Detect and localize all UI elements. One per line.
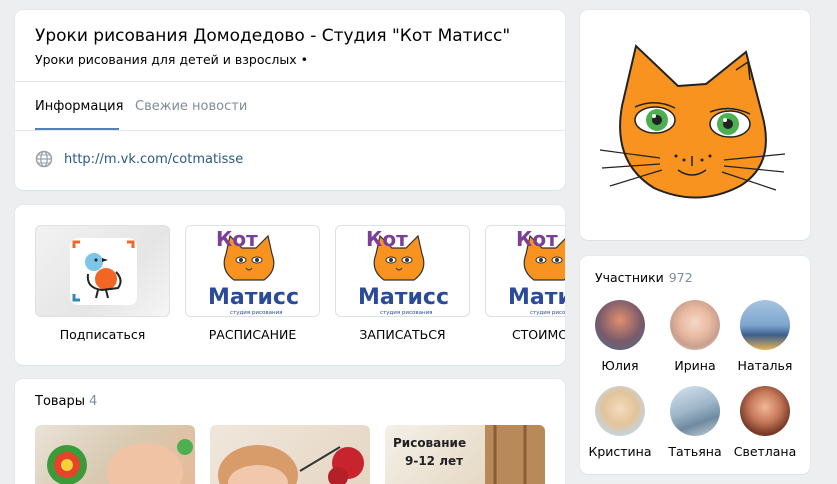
svg-text:студия рисования: студия рисования	[230, 310, 282, 316]
svg-text:Матисс: Матисс	[208, 285, 299, 310]
link-item-schedule[interactable]: Кот Матисс студия рисования РАСПИСАНИЕ	[185, 225, 320, 342]
site-link[interactable]: http://m.vk.com/cotmatisse	[64, 152, 243, 167]
cat-logo	[599, 44, 786, 199]
svg-text:студия рисования: студия рисования	[530, 310, 565, 316]
link-item-price[interactable]: Кот Матисс студия рисования СТОИМОСТЬ	[485, 225, 565, 342]
link-label: СТОИМОСТЬ	[511, 327, 565, 342]
link-label: РАСПИСАНИЕ	[208, 327, 297, 342]
globe-icon	[35, 150, 53, 168]
goods-title[interactable]: Товары 4	[35, 394, 97, 409]
member-name: Ирина	[674, 358, 716, 373]
avatar	[595, 386, 645, 436]
avatar	[740, 300, 790, 350]
members-title[interactable]: Участники 972	[595, 270, 693, 285]
divider	[15, 81, 565, 82]
goods-card: Товары 4 Рисование 9-12 лет	[15, 379, 565, 484]
svg-text:студия рисования: студия рисования	[380, 310, 432, 316]
member-item[interactable]: Наталья	[732, 300, 798, 373]
member-item[interactable]: Татьяна	[662, 386, 728, 459]
svg-text:Матисс: Матисс	[508, 285, 565, 310]
link-item-signup[interactable]: Кот Матисс студия рисования ЗАПИСАТЬСЯ	[335, 225, 470, 342]
member-item[interactable]: Юлия	[587, 300, 653, 373]
member-item[interactable]: Ирина	[662, 300, 728, 373]
kot-matiss-logo: Кот Матисс студия рисования	[335, 225, 470, 317]
product-card[interactable]: Рисование 9-12 лет	[385, 425, 545, 484]
member-name: Светлана	[733, 444, 797, 459]
member-name: Наталья	[737, 358, 793, 373]
members-count: 972	[668, 270, 693, 285]
avatar	[670, 386, 720, 436]
member-name: Юлия	[601, 358, 639, 373]
members-card: Участники 972 Юлия Ирина Наталья Кристина…	[580, 256, 810, 474]
svg-text:Матисс: Матисс	[358, 285, 449, 310]
svg-text:Кот: Кот	[216, 227, 258, 251]
link-label: ЗАПИСАТЬСЯ	[359, 327, 446, 342]
tab-news[interactable]: Свежие новости	[135, 99, 247, 114]
product-overlay-line2: 9-12 лет	[405, 454, 463, 468]
link-label: Подписаться	[59, 327, 146, 342]
avatar	[740, 386, 790, 436]
member-item[interactable]: Кристина	[587, 386, 653, 459]
member-item[interactable]: Светлана	[732, 386, 798, 459]
product-card[interactable]	[35, 425, 195, 484]
product-overlay-line1: Рисование	[393, 436, 466, 450]
group-title: Уроки рисования Домодедово - Студия "Кот…	[35, 26, 511, 46]
product-card[interactable]	[210, 425, 370, 484]
avatar	[670, 300, 720, 350]
avatar	[595, 300, 645, 350]
goods-count: 4	[89, 394, 98, 409]
links-card: Подписаться Кот Матисс студия рисования …	[15, 205, 565, 365]
svg-text:Кот: Кот	[366, 227, 408, 251]
member-name: Татьяна	[668, 444, 722, 459]
kot-matiss-logo: Кот Матисс студия рисования	[185, 225, 320, 317]
divider	[15, 130, 565, 131]
group-status: Уроки рисования для детей и взрослых •	[35, 52, 308, 67]
kot-matiss-logo: Кот Матисс студия рисования	[485, 225, 565, 317]
svg-text:Кот: Кот	[516, 227, 558, 251]
group-header-card: Уроки рисования Домодедово - Студия "Кот…	[15, 10, 565, 190]
member-name: Кристина	[588, 444, 652, 459]
bird-icon	[35, 225, 170, 317]
site-link-row: http://m.vk.com/cotmatisse	[35, 150, 243, 168]
cover-avatar-card[interactable]	[580, 10, 810, 240]
link-item-subscribe[interactable]: Подписаться	[35, 225, 170, 342]
tab-info[interactable]: Информация	[35, 99, 123, 114]
